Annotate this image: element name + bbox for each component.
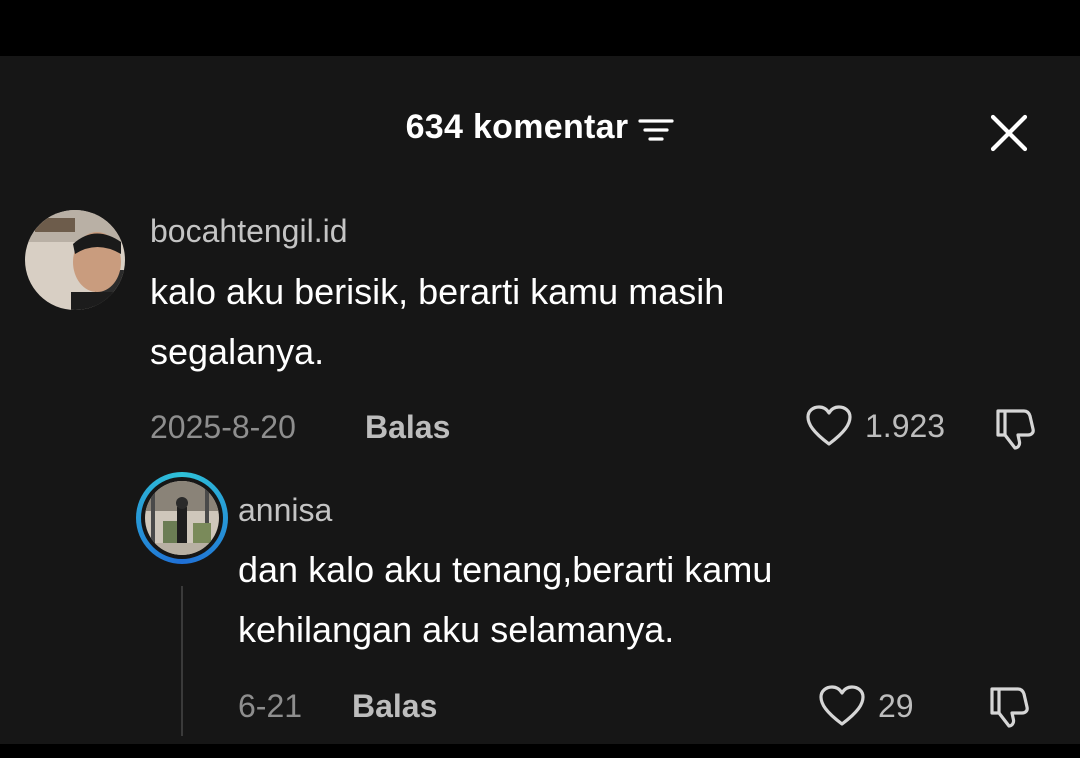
reply-username[interactable]: annisa <box>238 492 332 529</box>
reply-item: annisa dan kalo aku tenang,berarti kamu … <box>0 56 1080 744</box>
reply-text-line-2: kehilangan aku selamanya. <box>238 609 675 650</box>
like-count: 29 <box>878 687 914 724</box>
screen: 634 komentar bocahtengil.id kalo aku ber… <box>0 0 1080 758</box>
heart-icon <box>819 685 865 726</box>
reply-date: 6-21 <box>238 688 303 724</box>
like-button[interactable]: 29 <box>818 684 914 728</box>
comments-panel: 634 komentar bocahtengil.id kalo aku ber… <box>0 56 1080 744</box>
reply-button[interactable]: Balas <box>352 688 437 725</box>
avatar-photo <box>145 481 219 555</box>
reply-text-line-1: dan kalo aku tenang,berarti kamu <box>238 549 773 590</box>
avatar-story-ring[interactable] <box>136 472 228 564</box>
dislike-icon[interactable] <box>984 683 1032 731</box>
